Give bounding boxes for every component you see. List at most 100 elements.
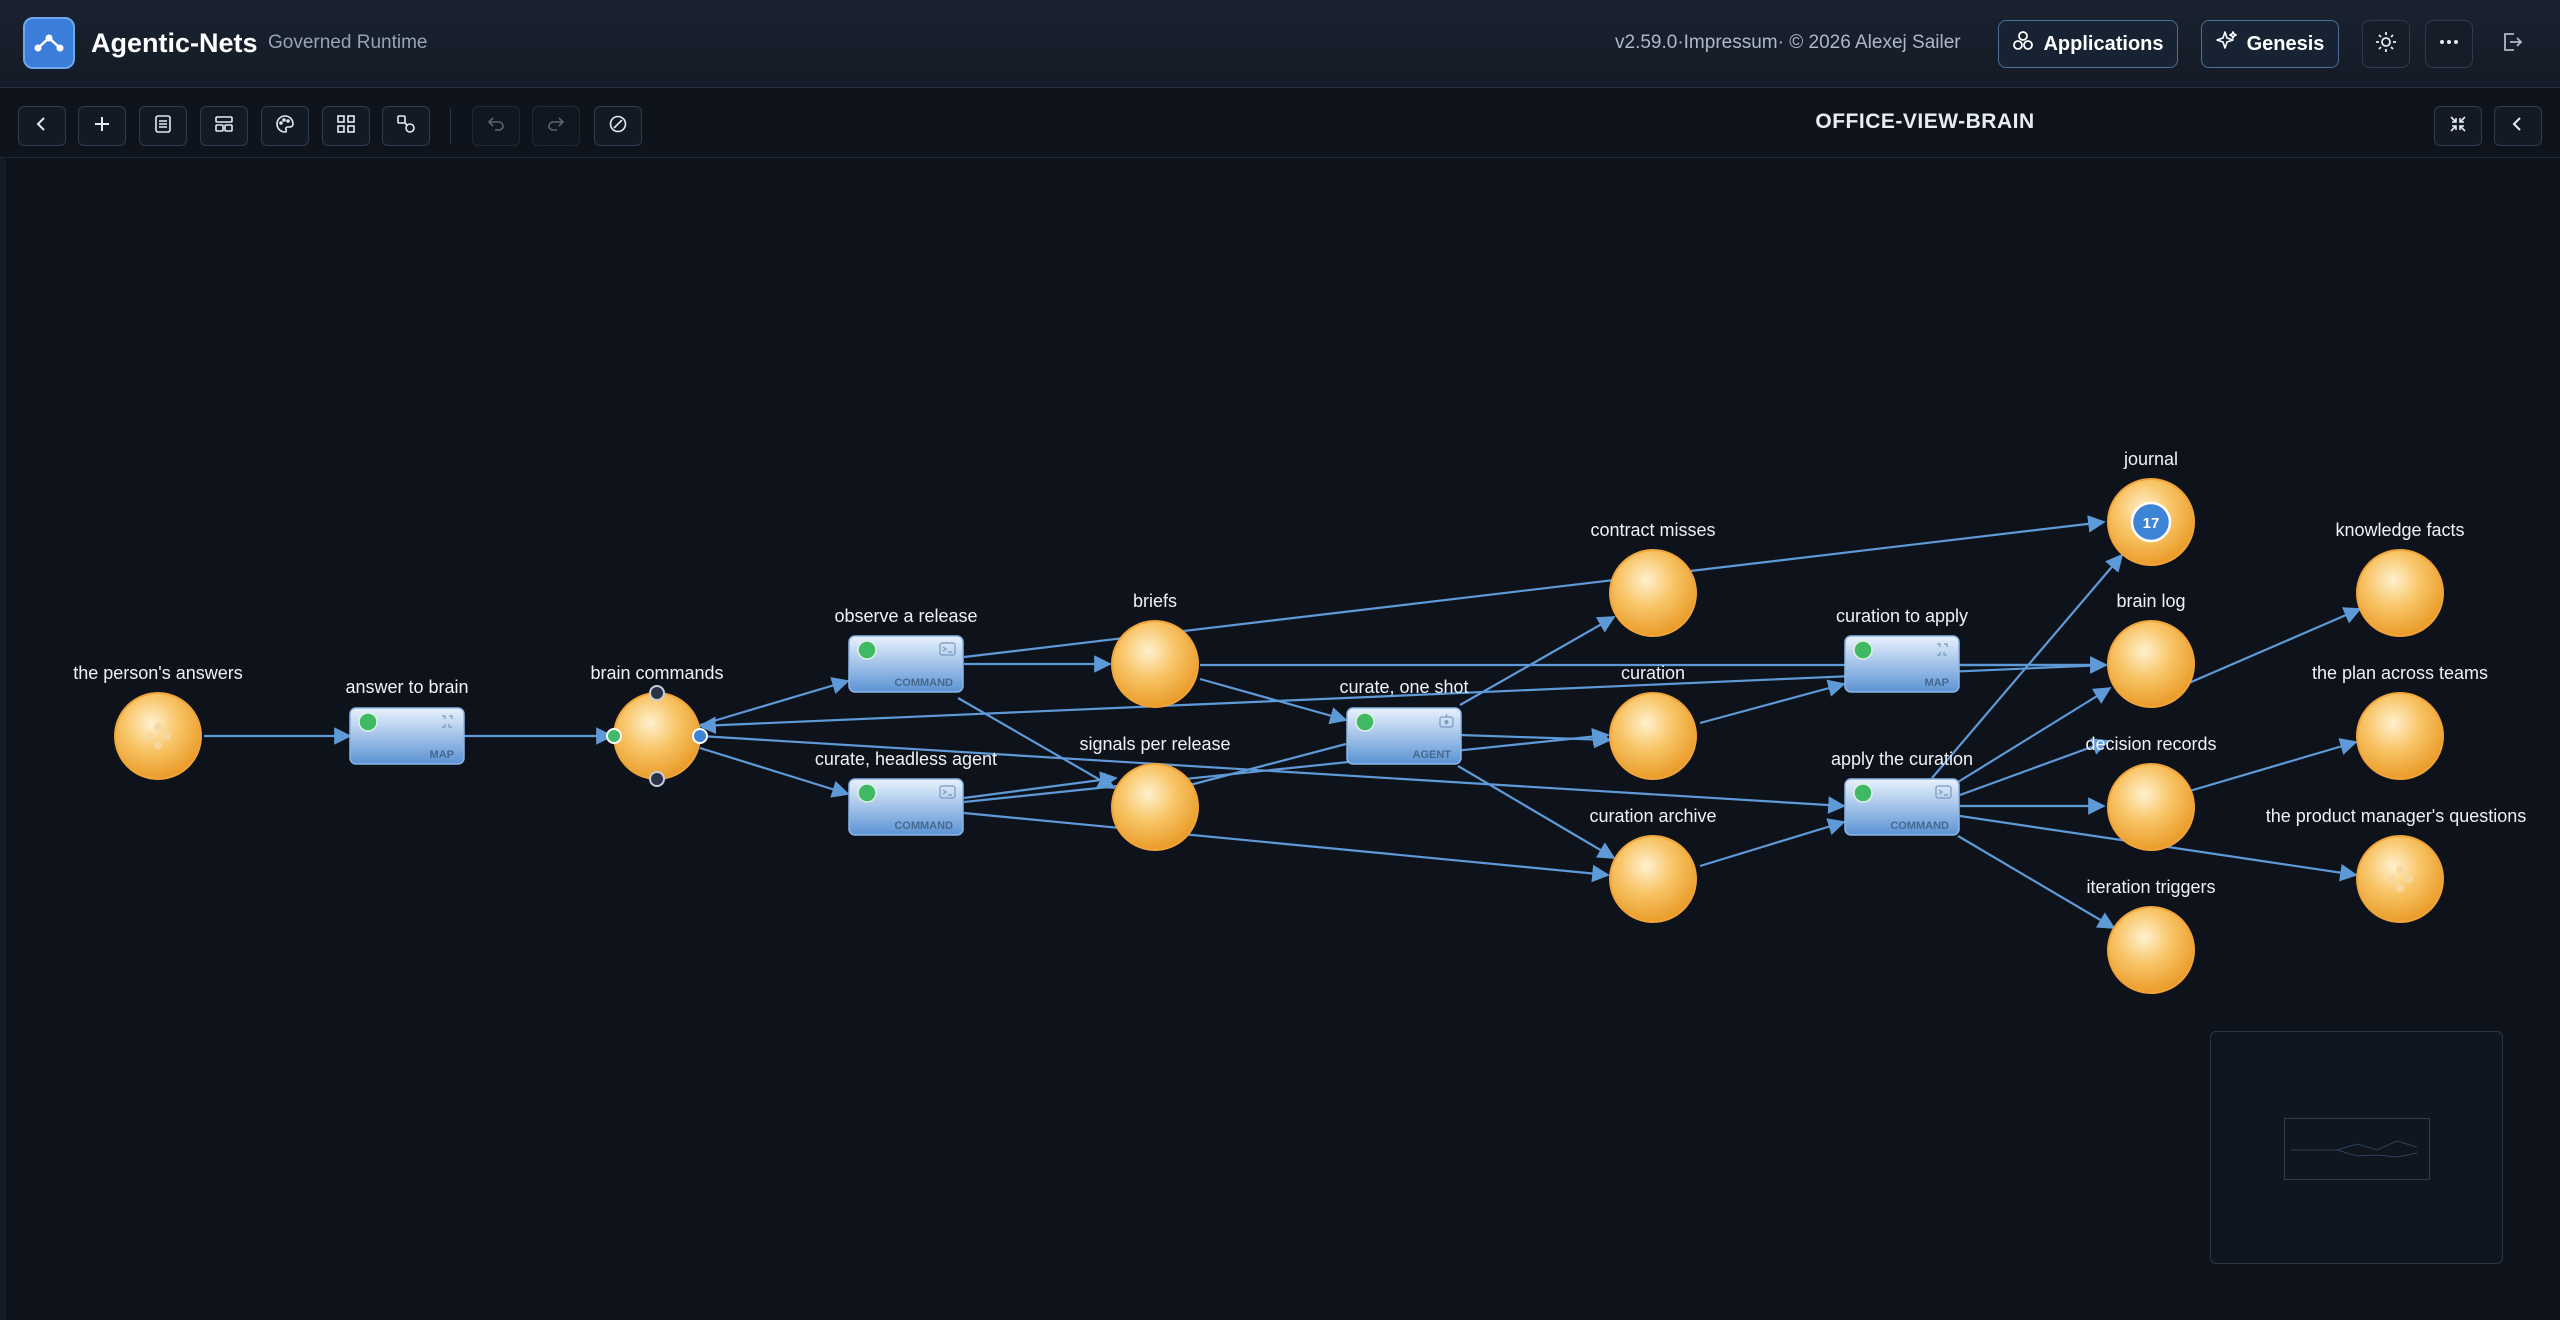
net-canvas[interactable]: the person's answers brain commands brie… <box>0 158 2560 1320</box>
enabled-indicator <box>857 640 877 660</box>
enabled-indicator <box>857 783 877 803</box>
logout-button[interactable] <box>2488 20 2536 68</box>
applications-label: Applications <box>2043 32 2164 55</box>
arcs <box>204 515 2362 929</box>
place-the-persons-answers[interactable]: the person's answers <box>73 663 243 780</box>
place-label: iteration triggers <box>2086 877 2215 897</box>
place-label: the product manager's questions <box>2266 806 2527 826</box>
connect-handle-bottom[interactable] <box>649 771 665 787</box>
place-label: knowledge facts <box>2335 520 2464 540</box>
transition-label: answer to brain <box>345 677 468 697</box>
arc[interactable] <box>1699 679 1846 725</box>
palette-button[interactable] <box>261 106 309 146</box>
collapse-icon <box>2448 114 2468 139</box>
place-label: the plan across teams <box>2312 663 2488 683</box>
palette-icon <box>275 114 295 139</box>
redo-icon <box>546 114 566 139</box>
place-briefs[interactable]: briefs <box>1111 591 1199 708</box>
place-label: curation <box>1621 663 1685 683</box>
minimap[interactable] <box>2210 1031 2503 1264</box>
place-knowledge-facts[interactable]: knowledge facts <box>2335 520 2465 637</box>
connect-handle-right[interactable] <box>692 728 708 744</box>
arc[interactable] <box>963 811 1610 883</box>
theme-toggle-button[interactable] <box>2362 20 2410 68</box>
shapes-button[interactable] <box>382 106 430 146</box>
transition-observe-a-release[interactable]: observe a release COMMAND <box>834 606 978 693</box>
token-count: 17 <box>2143 515 2160 532</box>
clear-button[interactable] <box>594 106 642 146</box>
enabled-indicator <box>1355 712 1375 732</box>
place-plan-across-teams[interactable]: the plan across teams <box>2312 663 2488 780</box>
app-logo-icon[interactable] <box>23 17 75 69</box>
place-label: decision records <box>2085 734 2216 754</box>
transition-curation-to-apply[interactable]: curation to apply MAP <box>1836 606 1968 693</box>
arc[interactable] <box>699 677 850 727</box>
connect-handle-top[interactable] <box>649 685 665 701</box>
place-signals-per-release[interactable]: signals per release <box>1079 734 1231 851</box>
enabled-indicator <box>1853 640 1873 660</box>
transition-kind: MAP <box>430 749 454 761</box>
place-iteration-triggers[interactable]: iteration triggers <box>2086 877 2216 994</box>
grid-icon <box>336 114 356 139</box>
place-label: the person's answers <box>73 663 243 683</box>
back-button[interactable] <box>18 106 66 146</box>
place-label: brain commands <box>590 663 723 683</box>
place-brain-log[interactable]: brain log <box>2107 591 2195 708</box>
more-button[interactable] <box>2425 20 2473 68</box>
connect-handle-left[interactable] <box>606 728 622 744</box>
enabled-indicator <box>358 712 378 732</box>
transition-kind: AGENT <box>1413 749 1452 761</box>
place-label: briefs <box>1133 591 1177 611</box>
shapes-icon <box>396 114 416 139</box>
place-label: contract misses <box>1590 520 1715 540</box>
editor-toolbar <box>0 88 2560 158</box>
undo-button[interactable] <box>472 106 520 146</box>
collapse-view-button[interactable] <box>2434 106 2482 146</box>
add-button[interactable] <box>78 106 126 146</box>
place-label: curation archive <box>1589 806 1716 826</box>
grid-button[interactable] <box>322 106 370 146</box>
redo-button[interactable] <box>532 106 580 146</box>
back-icon <box>33 115 51 138</box>
transition-label: observe a release <box>834 606 977 626</box>
version-text[interactable]: v2.59.0·Impressum· © 2026 Alexej Sailer <box>1615 32 1961 54</box>
place-curation-archive[interactable]: curation archive <box>1589 806 1717 923</box>
net-title: OFFICE-VIEW-BRAIN <box>1815 110 2035 133</box>
arc[interactable] <box>963 727 1610 804</box>
transition-curate-one-shot[interactable]: curate, one shot AGENT <box>1339 677 1469 765</box>
collapse-panel-button[interactable] <box>2494 106 2542 146</box>
enabled-indicator <box>1853 783 1873 803</box>
logout-icon <box>2500 30 2524 59</box>
clear-icon <box>608 114 628 139</box>
transition-label: curate, headless agent <box>815 749 997 769</box>
transition-answer-to-brain[interactable]: answer to brain MAP <box>345 677 469 765</box>
transition-kind: COMMAND <box>894 677 953 689</box>
transition-kind: MAP <box>1925 677 1949 689</box>
genesis-button[interactable]: Genesis <box>2201 20 2339 68</box>
applications-button[interactable]: Applications <box>1998 20 2178 68</box>
app-title: Agentic-Nets <box>91 28 258 58</box>
genesis-sparkle-icon <box>2215 30 2238 58</box>
place-journal[interactable]: journal 17 <box>2107 449 2195 566</box>
layout-button[interactable] <box>200 106 248 146</box>
transition-label: curate, one shot <box>1339 677 1468 697</box>
arc[interactable] <box>1459 616 1616 706</box>
place-pm-questions[interactable]: the product manager's questions <box>2266 806 2527 923</box>
arc[interactable] <box>1699 818 1846 868</box>
transition-apply-the-curation[interactable]: apply the curation COMMAND <box>1831 749 1973 836</box>
undo-icon <box>486 114 506 139</box>
document-list-button[interactable] <box>139 106 187 146</box>
toolbar-divider <box>450 108 451 144</box>
transition-label: curation to apply <box>1836 606 1968 626</box>
add-icon <box>93 115 111 138</box>
more-icon <box>2438 31 2460 58</box>
minimap-viewport[interactable] <box>2284 1118 2430 1180</box>
petri-net-graph[interactable]: the person's answers brain commands brie… <box>0 158 2560 1320</box>
transition-kind: COMMAND <box>894 820 953 832</box>
place-decision-records[interactable]: decision records <box>2085 734 2217 851</box>
transition-label: apply the curation <box>1831 749 1973 769</box>
theme-sun-icon <box>2375 31 2397 58</box>
place-curation[interactable]: curation <box>1609 663 1697 780</box>
applications-icon <box>2012 30 2034 58</box>
app-subtitle: Governed Runtime <box>268 32 428 53</box>
